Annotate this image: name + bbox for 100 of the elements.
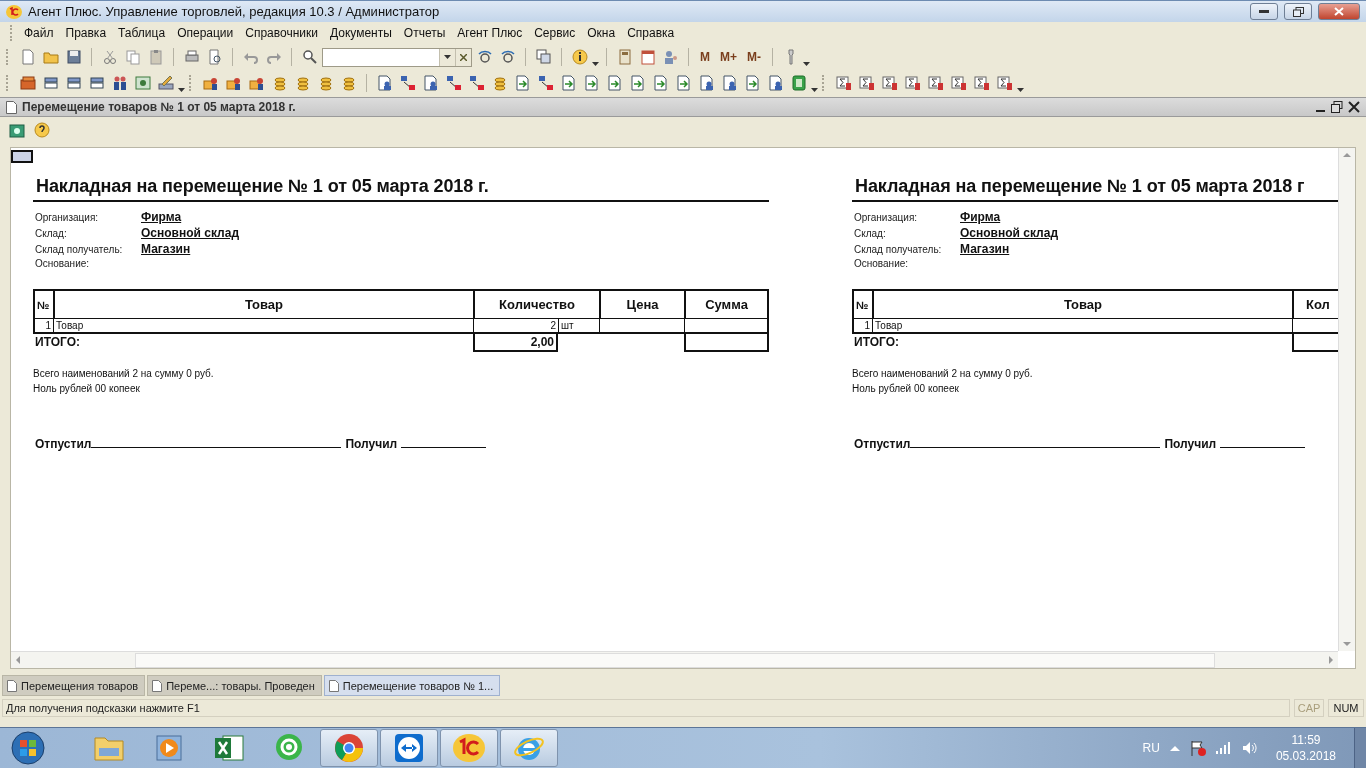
field-value[interactable]: Основной склад — [141, 226, 239, 240]
column-header: № — [33, 289, 53, 319]
window-tab[interactable]: Перемещения товаров — [2, 675, 146, 696]
summary-text: Ноль рублей 00 копеек — [33, 382, 141, 396]
field-label: Основание: — [35, 258, 91, 269]
key-indicator: CAP — [1294, 699, 1324, 717]
tab-label: Перемещение товаров № 1... — [342, 679, 494, 692]
memory-button[interactable]: M — [696, 48, 714, 66]
taskbar-app[interactable] — [380, 729, 438, 767]
status-hint: Для получения подсказки нажмите F1 — [2, 699, 1290, 717]
clock-date: 05.03.2018 — [1275, 748, 1336, 764]
key-indicator: NUM — [1328, 699, 1364, 717]
horizontal-scrollbar[interactable] — [11, 651, 1338, 668]
column-header: Количество — [473, 289, 599, 319]
menu-item[interactable]: Агент Плюс — [452, 24, 528, 42]
field-value[interactable]: Фирма — [141, 210, 239, 224]
document-window-title: Перемещение товаров № 1 от 05 марта 2018 г. — [22, 100, 297, 114]
signature-label: Отпустил — [854, 437, 911, 451]
caret-icon[interactable] — [811, 88, 818, 92]
caret-icon[interactable] — [1017, 88, 1024, 92]
column-header: Цена — [599, 289, 684, 319]
summary-text: Всего наименований 2 на сумму 0 руб. — [852, 367, 1034, 381]
close-icon — [1334, 7, 1344, 16]
table-cell: 1 — [852, 319, 872, 334]
caret-icon[interactable] — [178, 88, 185, 92]
tab-label: Переме...: товары. Проведен — [166, 679, 315, 692]
column-header: Товар — [53, 289, 473, 319]
signature-label: Получил — [1164, 437, 1217, 451]
restore-icon[interactable] — [1331, 101, 1343, 113]
column-header: Товар — [872, 289, 1292, 319]
column-header: № — [852, 289, 872, 319]
vertical-scrollbar[interactable] — [1338, 148, 1355, 651]
menu-item[interactable]: Сервис — [529, 24, 581, 42]
memory-button[interactable]: M- — [743, 48, 765, 66]
field-label: Организация: — [35, 212, 100, 223]
folder-icon — [93, 734, 125, 762]
taskbar-app[interactable] — [440, 729, 498, 767]
field-value[interactable]: Основной склад — [960, 226, 1058, 240]
close-button[interactable] — [1318, 3, 1360, 20]
tab-label: Перемещения товаров — [21, 679, 139, 692]
flag-icon[interactable] — [1189, 740, 1206, 756]
field-value[interactable]: Магазин — [960, 242, 1058, 256]
signature-label: Отпустил — [35, 437, 92, 451]
logo-icon — [452, 733, 486, 763]
app-logo-icon — [6, 4, 22, 19]
minimize-icon — [1259, 10, 1269, 13]
table-cell: Товар — [872, 319, 1292, 334]
document-icon — [152, 679, 163, 692]
total-label: ИТОГО: — [853, 334, 900, 351]
menu-item[interactable]: Справка — [622, 24, 680, 42]
field-value[interactable]: Магазин — [141, 242, 239, 256]
taskbar-app[interactable] — [320, 729, 378, 767]
field-label: Основание: — [854, 258, 910, 269]
document-heading: Накладная на перемещение № 1 от 05 марта 2018 г — [852, 176, 1338, 202]
taskbar-app[interactable] — [500, 729, 558, 767]
speaker-icon[interactable] — [1241, 741, 1258, 755]
window-tab[interactable]: Переме...: товары. Проведен — [147, 675, 322, 696]
menu-item[interactable]: Таблица — [113, 24, 171, 42]
play-icon — [154, 733, 184, 763]
field-value[interactable]: Фирма — [960, 210, 1058, 224]
field-label: Склад: — [35, 228, 68, 239]
menu-item[interactable]: Справочники — [240, 24, 323, 42]
menu-item[interactable]: Отчеты — [398, 24, 451, 42]
caret-icon[interactable] — [803, 62, 810, 66]
menu-item[interactable]: Операции — [172, 24, 239, 42]
window-tab[interactable]: Перемещение товаров № 1... — [323, 675, 501, 696]
close-icon[interactable] — [1348, 101, 1360, 113]
table-cell: 1 — [33, 319, 53, 334]
cell-marker — [11, 150, 33, 163]
info-icon[interactable] — [569, 46, 590, 68]
menu-item[interactable]: Правка — [60, 24, 112, 42]
memory-button[interactable]: M+ — [716, 48, 741, 66]
document-icon — [7, 679, 17, 692]
help-icon[interactable] — [31, 119, 52, 141]
unit-cell: шт — [558, 319, 599, 334]
minimize-button[interactable] — [1250, 3, 1278, 20]
summary-text: Всего наименований 2 на сумму 0 руб. — [33, 367, 215, 381]
field-label: Организация: — [854, 212, 919, 223]
caret-icon[interactable] — [592, 62, 599, 66]
clear-icon[interactable] — [460, 53, 467, 61]
column-header: Сумма — [684, 289, 769, 319]
menu-item[interactable]: Окна — [582, 24, 621, 42]
spreadsheet-icon — [213, 732, 245, 764]
field-label: Склад получатель: — [854, 244, 943, 255]
field-label: Склад получатель: — [35, 244, 124, 255]
table-cell: 2 — [473, 319, 558, 334]
menu-item[interactable]: Документы — [324, 24, 397, 42]
document-icon — [6, 100, 17, 114]
clock-time: 11:59 — [1291, 732, 1321, 748]
table-cell: Товар — [53, 319, 473, 334]
signature-label: Получил — [345, 437, 398, 451]
search-field[interactable] — [322, 47, 472, 67]
tray-expand-icon[interactable] — [1169, 745, 1180, 751]
restore-button[interactable] — [1284, 3, 1312, 20]
dropdown-icon[interactable] — [444, 55, 451, 59]
total-label: ИТОГО: — [34, 334, 81, 351]
signal-icon[interactable] — [1215, 742, 1232, 754]
total-cell: 2,00 — [473, 334, 558, 352]
document-icon — [328, 679, 339, 692]
menu-item[interactable]: Файл — [19, 24, 59, 42]
